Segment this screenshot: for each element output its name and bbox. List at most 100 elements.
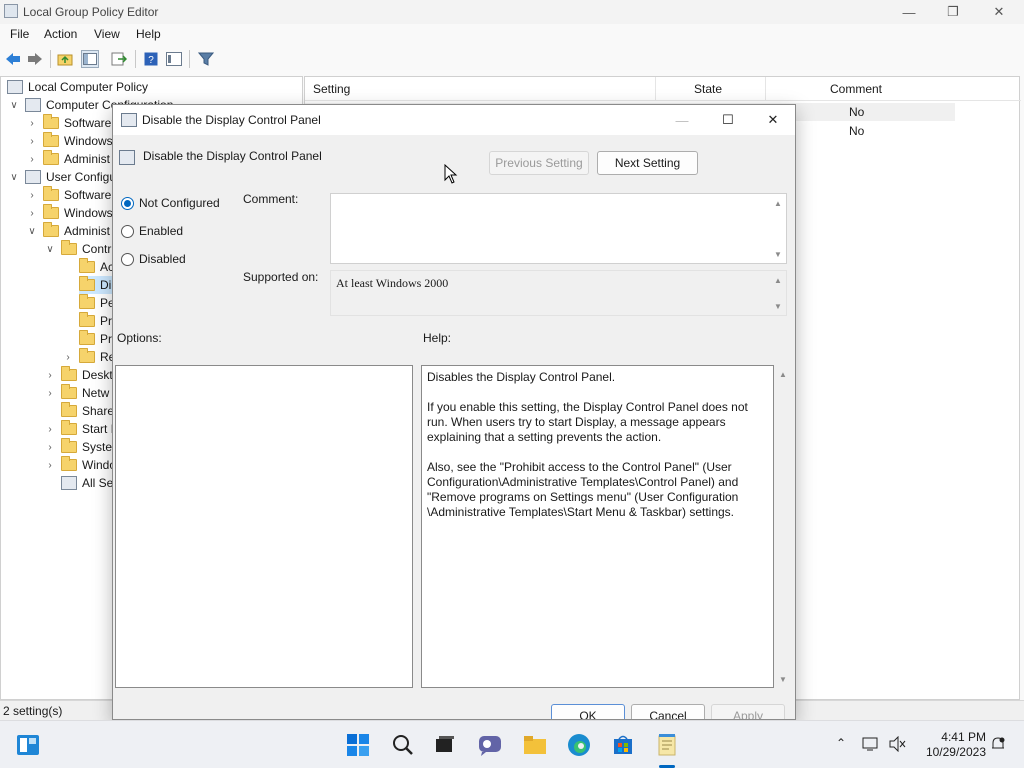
radio-enabled[interactable]: Enabled [121,222,183,240]
properties-button[interactable] [165,50,183,68]
close-button[interactable]: ✕ [976,0,1022,24]
tree-item[interactable]: Ac [79,258,114,276]
dialog-title-bar[interactable]: Disable the Display Control Panel — ☐ ✕ [113,105,795,135]
notifications-icon[interactable] [990,736,1006,755]
tree-item[interactable]: Administ [43,222,110,240]
expanded-chevron-icon[interactable]: ∨ [45,240,55,258]
collapsed-chevron-icon[interactable]: › [45,366,55,384]
scroll-up-icon[interactable]: ▲ [773,198,783,208]
tree-item[interactable]: Share [61,402,114,420]
store-button[interactable] [609,731,637,759]
column-state[interactable]: State [694,82,722,96]
tree-item[interactable]: Start I [61,420,114,438]
tree-item[interactable]: Pe [79,294,115,312]
expanded-chevron-icon[interactable]: ∨ [27,222,37,240]
search-button[interactable] [389,731,417,759]
column-setting[interactable]: Setting [313,82,350,96]
collapsed-chevron-icon[interactable]: › [27,150,37,168]
comment-scrollbar[interactable]: ▲ ▼ [770,194,786,263]
tree-item[interactable]: User Configu [25,168,116,186]
tree-item[interactable]: All Se [61,474,113,492]
tree-item[interactable]: Software [43,186,111,204]
collapsed-chevron-icon[interactable]: › [27,114,37,132]
minimize-button[interactable]: — [886,0,932,24]
tree-item-label: User Configu [46,170,117,184]
title-bar[interactable]: Local Group Policy Editor — ❐ ✕ [0,0,1024,24]
help-scrollbar[interactable]: ▲ ▼ [775,365,791,688]
network-icon[interactable] [862,736,880,755]
edge-button[interactable] [565,731,593,759]
collapsed-chevron-icon[interactable]: › [63,348,73,366]
tree-item[interactable]: Netw [61,384,109,402]
supported-on-value: At least Windows 2000 [336,276,449,290]
collapsed-chevron-icon[interactable]: › [45,456,55,474]
tree-item[interactable]: Windows [43,132,113,150]
collapsed-chevron-icon[interactable]: › [45,420,55,438]
radio-disabled[interactable]: Disabled [121,250,186,268]
show-hide-tree-button[interactable] [81,50,99,68]
collapsed-chevron-icon[interactable]: › [45,384,55,402]
menu-help[interactable]: Help [136,27,161,41]
previous-setting-button[interactable]: Previous Setting [489,151,589,175]
tree-item[interactable]: Syster [61,438,116,456]
tree-item[interactable]: Windows [43,204,113,222]
tree-item[interactable]: Contr [61,240,111,258]
column-comment[interactable]: Comment [830,82,882,96]
collapsed-chevron-icon[interactable]: › [27,132,37,150]
expanded-chevron-icon[interactable]: ∨ [9,168,19,186]
radio-label: Enabled [139,224,184,238]
file-explorer-button[interactable] [521,731,549,759]
forward-button[interactable] [26,50,44,68]
expanded-chevron-icon[interactable]: ∨ [9,96,19,114]
tree-item[interactable]: Di [79,276,116,294]
comment-field[interactable]: ▲ ▼ [330,193,787,264]
tray-overflow-chevron-icon[interactable]: ⌃ [836,736,846,750]
radio-not-configured[interactable]: Not Configured [121,194,220,212]
chat-button[interactable] [476,731,504,759]
collapsed-chevron-icon[interactable]: › [27,186,37,204]
mouse-cursor-icon [444,164,458,184]
scroll-up-icon[interactable]: ▲ [778,369,788,379]
menu-view[interactable]: View [94,27,120,41]
volume-muted-icon[interactable] [888,735,906,755]
menu-action[interactable]: Action [44,27,77,41]
filter-button[interactable] [197,50,215,68]
collapsed-chevron-icon[interactable]: › [45,438,55,456]
cancel-button[interactable]: Cancel [631,704,705,719]
menu-file[interactable]: File [10,27,29,41]
tree-item[interactable]: Windo [61,456,116,474]
scroll-down-icon[interactable]: ▼ [773,249,783,259]
back-button[interactable] [4,50,22,68]
tree-item[interactable]: Software [43,114,111,132]
window-title: Local Group Policy Editor [23,5,159,19]
folder-icon [43,222,59,237]
export-list-button[interactable] [110,50,128,68]
dialog-minimize-button[interactable]: — [659,105,705,135]
clock[interactable]: 4:41 PM 10/29/2023 [920,730,986,760]
help-button[interactable]: ? [142,50,160,68]
supported-scrollbar[interactable]: ▲ ▼ [770,271,786,315]
tree-item[interactable]: Re [79,348,115,366]
scroll-up-icon[interactable]: ▲ [773,275,783,285]
up-folder-button[interactable] [56,50,74,68]
ok-button[interactable]: OK [551,704,625,719]
widgets-button[interactable] [14,731,42,759]
tree-item-label: Windows [64,134,113,148]
scroll-down-icon[interactable]: ▼ [778,674,788,684]
notepad-button[interactable] [653,731,681,759]
dialog-maximize-button[interactable]: ☐ [705,105,751,135]
tree-item[interactable]: Administ [43,150,110,168]
task-view-button[interactable] [431,731,459,759]
start-button[interactable] [344,731,372,759]
dialog-close-button[interactable]: ✕ [750,105,795,135]
next-setting-button[interactable]: Next Setting [597,151,698,175]
tree-item[interactable]: Pr [79,330,112,348]
tree-item[interactable]: Deskt [61,366,113,384]
scroll-down-icon[interactable]: ▼ [773,301,783,311]
apply-button[interactable]: Apply [711,704,785,719]
dialog-title: Disable the Display Control Panel [142,113,321,127]
tree-root[interactable]: Local Computer Policy [7,78,148,96]
maximize-button[interactable]: ❐ [930,0,976,24]
tree-item[interactable]: Pr [79,312,112,330]
collapsed-chevron-icon[interactable]: › [27,204,37,222]
